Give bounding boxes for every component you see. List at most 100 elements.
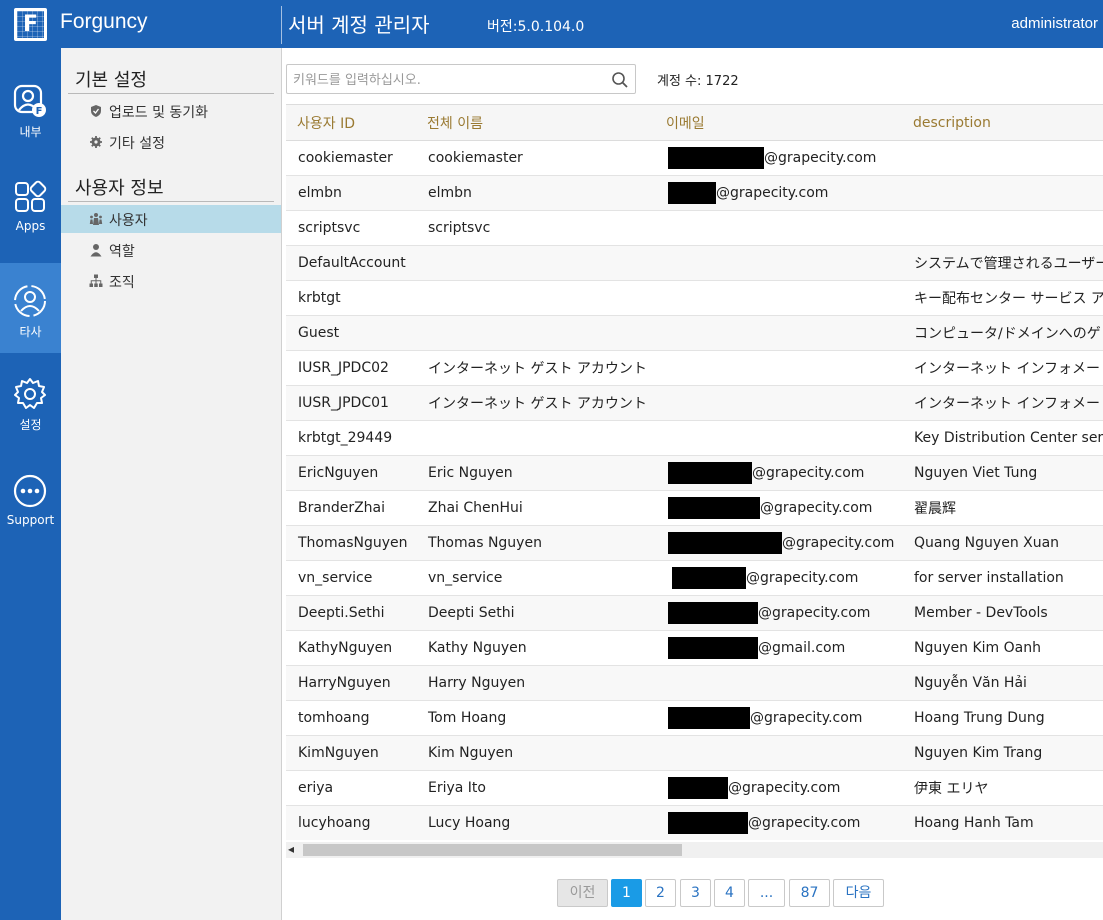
cell-email <box>655 315 902 351</box>
cell-full-name: Tom Hoang <box>416 700 655 736</box>
table-row[interactable]: IUSR_JPDC01 インターネット ゲスト アカウント インターネット インフォ… <box>286 385 1103 421</box>
cell-description: Hoang Trung Dung <box>902 700 1103 736</box>
cell-user-id: EricNguyen <box>286 455 416 491</box>
redacted-email-local-part <box>668 182 716 204</box>
nav-internal[interactable]: F 내부 <box>0 63 61 153</box>
pager-page-2[interactable]: 2 <box>645 879 676 907</box>
user-menu[interactable]: administrator <box>1011 15 1098 32</box>
cell-full-name <box>416 420 655 456</box>
cell-user-id: BranderZhai <box>286 490 416 526</box>
gear-icon <box>14 378 46 409</box>
column-header-description[interactable]: description <box>902 104 1103 141</box>
settings-sidebar: 기본 설정 업로드 및 동기화 기타 설정 사용자 정보 사용자 역할 조직 <box>61 48 282 920</box>
table-row[interactable]: HarryNguyen Harry Nguyen Nguyễn Văn Hải <box>286 665 1103 701</box>
cell-email: @grapecity.com <box>655 490 902 526</box>
table-row[interactable]: elmbn elmbn @grapecity.com <box>286 175 1103 211</box>
section-divider <box>68 93 274 94</box>
section-divider <box>68 201 274 202</box>
cell-user-id: KathyNguyen <box>286 630 416 666</box>
search-box <box>286 64 636 94</box>
scrollbar-thumb[interactable] <box>303 844 682 856</box>
table-row[interactable]: vn_service vn_service @grapecity.com for se… <box>286 560 1103 596</box>
cell-full-name: Eric Nguyen <box>416 455 655 491</box>
sidebar-item-users[interactable]: 사용자 <box>61 205 281 233</box>
cell-description <box>902 175 1103 211</box>
support-icon <box>13 474 47 508</box>
table-row[interactable]: lucyhoang Lucy Hoang @grapecity.com Hoang H… <box>286 805 1103 840</box>
shield-icon <box>91 105 101 117</box>
cell-full-name: Kathy Nguyen <box>416 630 655 666</box>
pager-page-3[interactable]: 3 <box>680 879 711 907</box>
cell-user-id: vn_service <box>286 560 416 596</box>
nav-internal-label: 내부 <box>19 125 42 139</box>
table-row[interactable]: scriptsvc scriptsvc <box>286 210 1103 246</box>
redacted-email-local-part <box>668 462 752 484</box>
cell-description: Key Distribution Center serv <box>902 420 1103 456</box>
cell-description: コンピュータ/ドメインへのゲ <box>902 315 1103 351</box>
table-row[interactable]: tomhoang Tom Hoang @grapecity.com Hoang Tru… <box>286 700 1103 736</box>
table-row[interactable]: IUSR_JPDC02 インターネット ゲスト アカウント インターネット インフォ… <box>286 350 1103 386</box>
column-header-full-name[interactable]: 전체 이름 <box>416 104 655 141</box>
email-domain: @grapecity.com <box>764 150 877 166</box>
pager-next-button[interactable]: 다음 <box>833 879 884 907</box>
nav-apps[interactable]: Apps <box>0 159 61 249</box>
pager-page-4[interactable]: 4 <box>714 879 745 907</box>
sidebar-item-organization[interactable]: 조직 <box>61 267 281 295</box>
app-header: F Forguncy 서버 계정 관리자 버전:5.0.104.0 admini… <box>0 0 1103 48</box>
table-row[interactable]: KimNguyen Kim Nguyen Nguyen Kim Trang <box>286 735 1103 771</box>
sidebar-item-other-settings[interactable]: 기타 설정 <box>61 128 281 156</box>
email-domain: @grapecity.com <box>728 780 841 796</box>
cell-full-name: Harry Nguyen <box>416 665 655 701</box>
pager-page-1[interactable]: 1 <box>611 879 642 907</box>
table-row[interactable]: ThomasNguyen Thomas Nguyen @grapecity.com Q… <box>286 525 1103 561</box>
left-nav: F 내부 Apps 타사 설정 Support <box>0 48 61 920</box>
nav-settings[interactable]: 설정 <box>0 356 61 446</box>
accounts-table: 사용자 ID 전체 이름 이메일 description cookiemaste… <box>286 104 1103 840</box>
pager-prev-button[interactable]: 이전 <box>557 879 608 907</box>
cell-description: for server installation <box>902 560 1103 596</box>
column-header-email[interactable]: 이메일 <box>655 104 902 141</box>
table-row[interactable]: Deepti.Sethi Deepti Sethi @grapecity.com Me… <box>286 595 1103 631</box>
sidebar-item-upload-sync[interactable]: 업로드 및 동기화 <box>61 97 281 125</box>
internal-user-icon: F <box>13 84 46 117</box>
table-row[interactable]: DefaultAccount システムで管理されるユーザー <box>286 245 1103 281</box>
table-row[interactable]: cookiemaster cookiemaster @grapecity.com <box>286 140 1103 176</box>
nav-support-label: Support <box>6 513 55 527</box>
cell-description: Nguyen Kim Trang <box>902 735 1103 771</box>
cell-user-id: Guest <box>286 315 416 351</box>
sidebar-item-label: 조직 <box>109 275 135 291</box>
sidebar-item-roles[interactable]: 역할 <box>61 236 281 264</box>
cell-email: @grapecity.com <box>655 595 902 631</box>
person-icon <box>90 244 102 257</box>
pager-page-87[interactable]: 87 <box>789 879 830 907</box>
scroll-left-arrow-icon[interactable]: ◂ <box>288 842 294 856</box>
pager-ellipsis[interactable]: ... <box>748 879 785 907</box>
cell-description: Nguyễn Văn Hải <box>902 665 1103 701</box>
section-user-info-title: 사용자 정보 <box>75 178 164 199</box>
nav-third-party[interactable]: 타사 <box>0 263 61 353</box>
table-row[interactable]: KathyNguyen Kathy Nguyen @gmail.com Nguyen … <box>286 630 1103 666</box>
search-input[interactable] <box>293 69 593 91</box>
table-row[interactable]: krbtgt キー配布センター サービス ア <box>286 280 1103 316</box>
email-domain: @grapecity.com <box>750 710 863 726</box>
cell-email: @grapecity.com <box>655 805 902 840</box>
cell-description: Quang Nguyen Xuan <box>902 525 1103 561</box>
cell-description: システムで管理されるユーザー <box>902 245 1103 281</box>
page-title: 서버 계정 관리자 <box>288 13 430 37</box>
column-header-user-id[interactable]: 사용자 ID <box>286 104 416 141</box>
cell-full-name: Lucy Hoang <box>416 805 655 840</box>
search-icon[interactable] <box>611 71 629 89</box>
table-row[interactable]: Guest コンピュータ/ドメインへのゲ <box>286 315 1103 351</box>
horizontal-scrollbar[interactable]: ◂ <box>286 842 1103 858</box>
redacted-email-local-part <box>668 602 758 624</box>
cell-user-id: ThomasNguyen <box>286 525 416 561</box>
table-row[interactable]: krbtgt_29449 Key Distribution Center serv <box>286 420 1103 456</box>
cell-description: Nguyen Kim Oanh <box>902 630 1103 666</box>
table-row[interactable]: EricNguyen Eric Nguyen @grapecity.com Nguye… <box>286 455 1103 491</box>
cell-full-name: scriptsvc <box>416 210 655 246</box>
cell-email: @grapecity.com <box>655 560 902 596</box>
table-row[interactable]: BranderZhai Zhai ChenHui @grapecity.com 翟晨辉 <box>286 490 1103 526</box>
email-domain: @gmail.com <box>758 640 846 656</box>
table-row[interactable]: eriya Eriya Ito @grapecity.com 伊東 エリヤ <box>286 770 1103 806</box>
nav-support[interactable]: Support <box>0 453 61 543</box>
